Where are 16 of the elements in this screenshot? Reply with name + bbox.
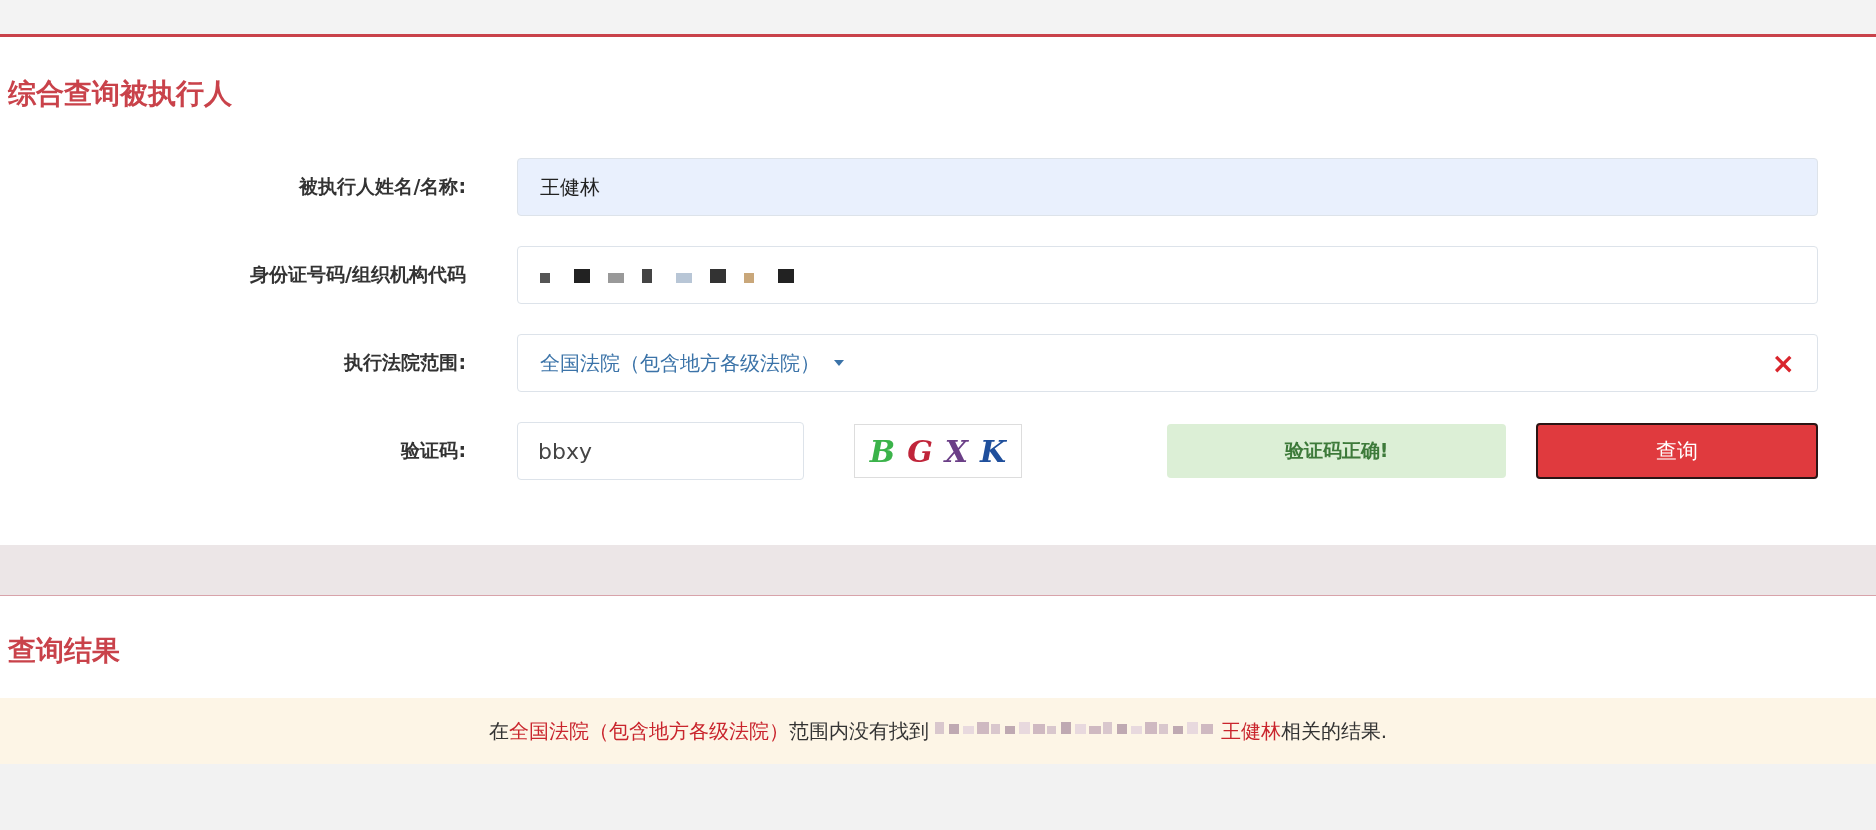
- results-title: 查询结果: [7, 633, 121, 669]
- captcha-status: 验证码正确!: [1167, 424, 1506, 478]
- captcha-field[interactable]: bbxy: [517, 422, 804, 480]
- field-label: 身份证号码/组织机构代码: [249, 262, 466, 287]
- result-message: 在全国法院（包含地方各级法院）范围内没有找到 王健林相关的结果.: [0, 698, 1876, 764]
- caret-icon: [834, 360, 844, 366]
- field-label: 被执行人姓名/名称:: [297, 174, 466, 199]
- page-title: 综合查询被执行人: [7, 76, 233, 112]
- name-field[interactable]: 王健林: [517, 158, 1818, 216]
- id-field[interactable]: [517, 246, 1818, 304]
- captcha-image[interactable]: B G X K: [854, 424, 1022, 478]
- field-label: 执行法院范围:: [342, 350, 466, 375]
- query-button[interactable]: 查询: [1536, 423, 1818, 479]
- field-label: 验证码:: [399, 438, 466, 463]
- court-select[interactable]: 全国法院（包含地方各级法院） ×: [517, 334, 1818, 392]
- clear-button[interactable]: ×: [1771, 346, 1795, 380]
